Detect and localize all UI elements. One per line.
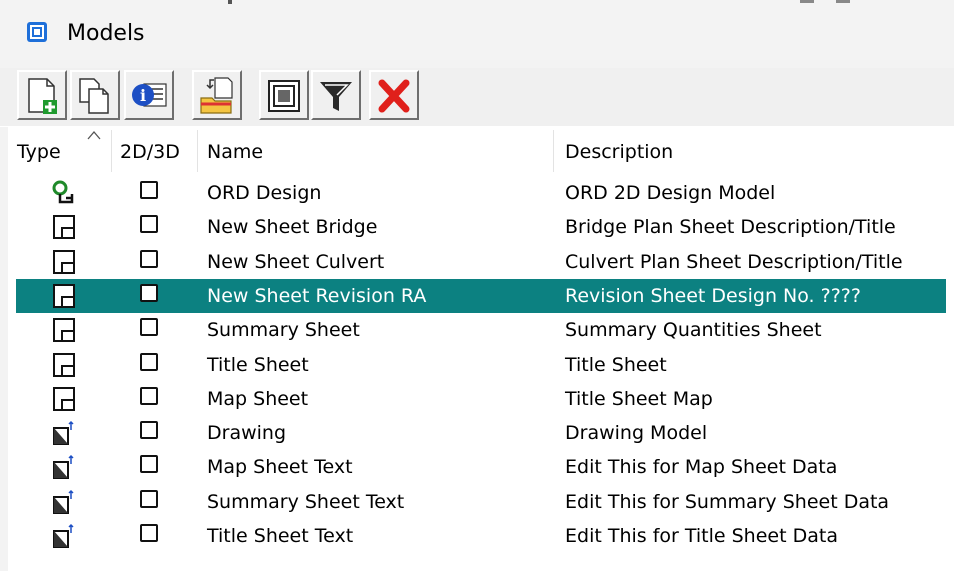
row-name: Summary Sheet	[207, 319, 360, 342]
table-row[interactable]: ORD Design ORD 2D Design Model	[16, 176, 946, 210]
table-row[interactable]: Drawing Drawing Model	[16, 416, 946, 450]
row-type-icon	[52, 386, 76, 416]
column-header-name[interactable]: Name	[207, 140, 263, 164]
column-header-type[interactable]: Type	[17, 140, 61, 164]
row-2d3d-checkbox[interactable]	[140, 352, 158, 371]
sheet-model-icon	[53, 318, 75, 343]
new-model-button[interactable]	[17, 70, 67, 120]
column-divider[interactable]	[553, 130, 554, 172]
row-2d3d-checkbox[interactable]	[140, 489, 158, 508]
row-name: Summary Sheet Text	[207, 490, 405, 513]
row-type-icon	[52, 420, 76, 450]
left-edge	[0, 127, 8, 571]
column-header-description[interactable]: Description	[565, 140, 673, 164]
row-2d3d-checkbox[interactable]	[140, 283, 158, 302]
row-name: Title Sheet Text	[207, 525, 354, 547]
fit-view-button[interactable]	[259, 70, 309, 120]
table-row[interactable]: Map Sheet Title Sheet Map	[16, 382, 946, 416]
import-folder-icon	[200, 77, 233, 114]
drawing-model-icon	[53, 421, 74, 446]
row-description: Revision Sheet Design No. ????	[565, 284, 861, 307]
top-edge-mark	[836, 0, 850, 3]
column-divider[interactable]	[111, 130, 112, 172]
table-row[interactable]: Summary Sheet Summary Quantities Sheet	[16, 313, 946, 347]
row-2d3d-checkbox[interactable]	[140, 455, 158, 474]
row-description: Edit This for Map Sheet Data	[565, 456, 838, 479]
row-name: New Sheet Culvert	[207, 250, 385, 273]
import-model-button[interactable]	[192, 70, 242, 120]
row-type-icon	[52, 523, 76, 553]
sheet-model-icon	[53, 283, 75, 308]
column-header-2d3d[interactable]: 2D/3D	[120, 140, 180, 164]
filter-funnel-icon	[320, 82, 352, 111]
top-edge-mark	[228, 0, 232, 4]
row-2d3d-checkbox[interactable]	[140, 386, 158, 405]
table-row[interactable]: Map Sheet Text Edit This for Map Sheet Da…	[16, 450, 946, 484]
row-description: Title Sheet Map	[565, 387, 713, 410]
row-name: ORD Design	[207, 182, 322, 204]
delete-x-icon	[378, 79, 410, 113]
row-description: Summary Quantities Sheet	[565, 319, 822, 342]
copy-model-button[interactable]	[70, 70, 120, 120]
new-model-icon	[28, 78, 57, 114]
row-2d3d-checkbox[interactable]	[140, 318, 158, 337]
properties-icon: i	[132, 83, 167, 107]
design-model-icon	[52, 180, 74, 204]
row-2d3d-checkbox[interactable]	[140, 215, 158, 234]
row-2d3d-checkbox[interactable]	[140, 181, 158, 199]
window-title: Models	[67, 21, 145, 46]
row-name: Map Sheet	[207, 387, 309, 410]
row-description: Drawing Model	[565, 422, 708, 445]
sort-ascending-icon[interactable]	[87, 130, 101, 140]
table-row[interactable]: New Sheet Culvert Culvert Plan Sheet Desc…	[16, 245, 946, 279]
row-type-icon	[52, 352, 76, 382]
drawing-model-icon	[53, 489, 74, 514]
column-divider[interactable]	[197, 130, 198, 172]
models-cube-icon	[27, 22, 47, 42]
row-name: New Sheet Bridge	[207, 216, 378, 239]
model-properties-button[interactable]: i	[124, 70, 174, 120]
filter-button[interactable]	[311, 70, 361, 120]
sheet-model-icon	[53, 249, 75, 274]
row-type-icon	[52, 454, 76, 484]
row-2d3d-checkbox[interactable]	[140, 249, 158, 268]
row-type-icon	[52, 180, 76, 210]
svg-text:i: i	[140, 86, 146, 105]
sheet-model-icon	[53, 386, 75, 411]
row-type-icon	[52, 317, 76, 347]
row-type-icon	[52, 489, 76, 519]
top-edge-mark	[800, 0, 814, 3]
row-description: ORD 2D Design Model	[565, 182, 776, 204]
row-description: Title Sheet	[565, 353, 667, 376]
frame-icon	[268, 80, 300, 112]
row-name: Drawing	[207, 422, 287, 445]
row-description: Edit This for Title Sheet Data	[565, 525, 838, 547]
sheet-model-icon	[53, 215, 75, 240]
table-row[interactable]: Title Sheet Title Sheet	[16, 348, 946, 382]
row-name: New Sheet Revision RA	[207, 284, 427, 307]
delete-model-button[interactable]	[369, 70, 419, 120]
drawing-model-icon	[53, 523, 74, 548]
sheet-model-icon	[53, 352, 75, 377]
row-description: Culvert Plan Sheet Description/Title	[565, 250, 903, 273]
row-type-icon	[52, 283, 76, 313]
row-description: Bridge Plan Sheet Description/Title	[565, 216, 896, 239]
row-2d3d-checkbox[interactable]	[140, 421, 158, 440]
row-name: Map Sheet Text	[207, 456, 353, 479]
table-row[interactable]: Title Sheet Text Edit This for Title Shee…	[16, 519, 946, 553]
row-2d3d-checkbox[interactable]	[140, 524, 158, 542]
drawing-model-icon	[53, 455, 74, 480]
table-row[interactable]: Summary Sheet Text Edit This for Summary …	[16, 485, 946, 519]
copy-model-icon	[79, 78, 109, 114]
table-row[interactable]: New Sheet Bridge Bridge Plan Sheet Descri…	[16, 210, 946, 244]
row-type-icon	[52, 214, 76, 244]
table-row[interactable]: New Sheet Revision RA Revision Sheet Desi…	[16, 278, 946, 313]
row-name: Title Sheet	[207, 353, 309, 376]
row-description: Edit This for Summary Sheet Data	[565, 490, 890, 513]
row-type-icon	[52, 249, 76, 279]
